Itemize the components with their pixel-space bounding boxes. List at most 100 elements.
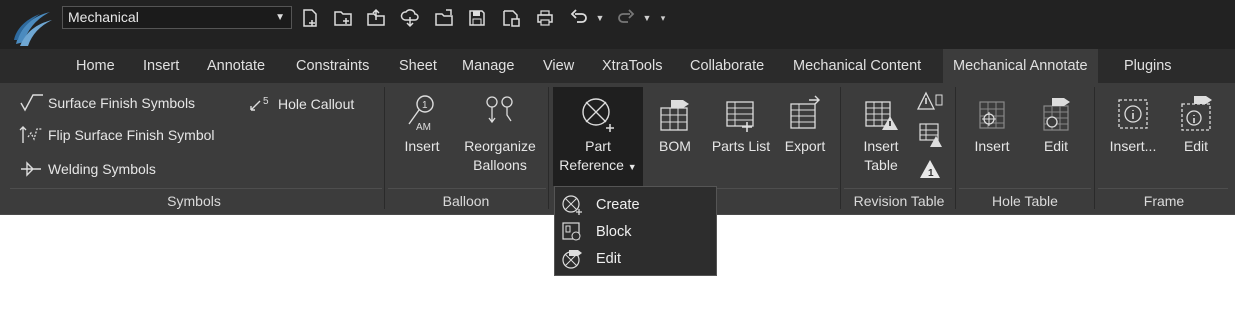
panel-separator bbox=[384, 87, 385, 209]
part-reference-dropdown-menu: Create Block Edit bbox=[554, 186, 717, 276]
reorganize-line1: Reorganize bbox=[464, 138, 536, 154]
tab-collaborate[interactable]: Collaborate bbox=[690, 49, 764, 83]
surface-finish-label: Surface Finish Symbols bbox=[48, 95, 196, 111]
export-button[interactable]: Export bbox=[781, 93, 829, 156]
bom-label: BOM bbox=[659, 138, 691, 154]
frame-insert-icon bbox=[1104, 93, 1162, 135]
tab-annotate[interactable]: Annotate bbox=[207, 49, 265, 83]
menu-item-block[interactable]: Block bbox=[559, 219, 713, 245]
panel-title-revision-table: Revision Table bbox=[853, 193, 945, 209]
frame-edit-label: Edit bbox=[1183, 138, 1209, 154]
revision-edit-icon[interactable] bbox=[914, 89, 946, 117]
panel-separator bbox=[1094, 87, 1095, 209]
welding-label: Welding Symbols bbox=[48, 161, 156, 177]
parts-list-button[interactable]: Parts List bbox=[707, 93, 775, 156]
revision-insert-line1: Insert bbox=[863, 138, 899, 154]
frame-insert-button[interactable]: Insert... bbox=[1104, 93, 1162, 156]
menu-item-create-label: Create bbox=[596, 197, 640, 213]
tab-home[interactable]: Home bbox=[76, 49, 115, 83]
frame-edit-icon bbox=[1172, 93, 1220, 135]
balloon-icon: 1 AM bbox=[398, 93, 446, 135]
welding-symbols-button[interactable]: Welding Symbols bbox=[18, 159, 156, 179]
panel-separator bbox=[548, 87, 549, 209]
menu-item-create[interactable]: Create bbox=[559, 192, 713, 218]
part-reference-line1: Part bbox=[585, 138, 611, 154]
tab-plugins[interactable]: Plugins bbox=[1124, 49, 1172, 83]
hole-table-edit-button[interactable]: Edit bbox=[1032, 93, 1080, 156]
part-reference-icon bbox=[553, 93, 643, 135]
open-icon[interactable] bbox=[364, 6, 388, 30]
revision-insert-table-button[interactable]: Insert Table bbox=[856, 93, 906, 175]
balloon-insert-button[interactable]: 1 AM Insert bbox=[398, 93, 446, 156]
surface-finish-icon bbox=[18, 93, 44, 113]
part-reference-line2: Reference ▼ bbox=[559, 157, 637, 173]
export-label: Export bbox=[784, 138, 826, 154]
tab-mechanical-content[interactable]: Mechanical Content bbox=[793, 49, 921, 83]
hole-table-insert-button[interactable]: Insert bbox=[968, 93, 1016, 156]
plot-icon[interactable] bbox=[533, 6, 557, 30]
tab-insert[interactable]: Insert bbox=[143, 49, 179, 83]
open-cloud-icon[interactable] bbox=[398, 6, 422, 30]
frame-insert-label: Insert... bbox=[1109, 138, 1157, 154]
bom-button[interactable]: BOM bbox=[651, 93, 699, 156]
svg-text:1: 1 bbox=[928, 168, 934, 179]
panel-title-frame: Frame bbox=[1143, 193, 1185, 209]
hole-callout-icon: 5 bbox=[248, 94, 274, 114]
redo-dropdown-icon[interactable]: ▼ bbox=[642, 6, 652, 30]
save-icon[interactable] bbox=[465, 6, 489, 30]
hole-table-edit-icon bbox=[1032, 93, 1080, 135]
panel-divider bbox=[1098, 188, 1228, 189]
import-icon[interactable] bbox=[432, 6, 456, 30]
flip-surface-finish-label: Flip Surface Finish Symbol bbox=[48, 127, 215, 143]
surface-finish-symbols-button[interactable]: Surface Finish Symbols bbox=[18, 93, 195, 113]
hole-table-insert-label: Insert bbox=[974, 138, 1010, 154]
reorganize-balloons-button[interactable]: Reorganize Balloons bbox=[458, 93, 542, 175]
application-window: Mechanical ▼ ▼ ▼ ▾ Home Insert Annotate … bbox=[0, 0, 1235, 215]
new-folder-icon[interactable] bbox=[331, 6, 355, 30]
tab-manage[interactable]: Manage bbox=[462, 49, 514, 83]
save-as-icon[interactable] bbox=[499, 6, 523, 30]
panel-separator bbox=[955, 87, 956, 209]
part-reference-create-icon bbox=[559, 194, 585, 216]
welding-icon bbox=[18, 159, 44, 179]
frame-edit-button[interactable]: Edit bbox=[1172, 93, 1220, 156]
revision-table-icon bbox=[856, 93, 906, 135]
reorganize-line2: Balloons bbox=[473, 157, 527, 173]
new-file-icon[interactable] bbox=[298, 6, 322, 30]
redo-icon[interactable] bbox=[614, 6, 638, 30]
app-logo-icon[interactable] bbox=[10, 8, 54, 48]
revision-warning-icon[interactable]: 1 bbox=[914, 155, 946, 183]
panel-title-symbols: Symbols bbox=[167, 193, 221, 209]
undo-icon[interactable] bbox=[567, 6, 591, 30]
svg-text:AM: AM bbox=[416, 122, 431, 133]
flip-surface-finish-button[interactable]: Flip Surface Finish Symbol bbox=[18, 125, 215, 145]
svg-text:5: 5 bbox=[263, 96, 269, 107]
panel-divider bbox=[959, 188, 1091, 189]
undo-dropdown-icon[interactable]: ▼ bbox=[595, 6, 605, 30]
menu-item-edit-label: Edit bbox=[596, 251, 621, 267]
hole-table-insert-icon bbox=[968, 93, 1016, 135]
revision-insert-line2: Table bbox=[864, 157, 898, 173]
export-icon bbox=[781, 93, 829, 135]
panel-title-hole-table: Hole Table bbox=[992, 193, 1058, 209]
revision-update-icon[interactable] bbox=[914, 121, 946, 149]
panel-divider bbox=[10, 188, 382, 189]
workspace-dropdown[interactable]: Mechanical ▼ bbox=[62, 6, 292, 29]
flip-surface-finish-icon bbox=[18, 125, 44, 145]
tab-mechanical-annotate[interactable]: Mechanical Annotate bbox=[943, 49, 1098, 83]
panel-title-balloon: Balloon bbox=[442, 193, 490, 209]
tab-constraints[interactable]: Constraints bbox=[296, 49, 369, 83]
panel-separator bbox=[840, 87, 841, 209]
customize-qat-icon[interactable]: ▾ bbox=[658, 6, 668, 30]
balloon-insert-label: Insert bbox=[404, 138, 440, 154]
tab-sheet[interactable]: Sheet bbox=[399, 49, 437, 83]
ribbon-tabs: Home Insert Annotate Constraints Sheet M… bbox=[0, 49, 1235, 83]
hole-callout-button[interactable]: 5 Hole Callout bbox=[248, 94, 354, 114]
part-reference-button[interactable]: Part Reference ▼ bbox=[553, 87, 643, 186]
hole-callout-label: Hole Callout bbox=[278, 96, 355, 112]
parts-list-icon bbox=[707, 93, 775, 135]
menu-item-edit[interactable]: Edit bbox=[559, 246, 713, 272]
tab-view[interactable]: View bbox=[543, 49, 574, 83]
bom-icon bbox=[651, 93, 699, 135]
tab-xtratools[interactable]: XtraTools bbox=[602, 49, 662, 83]
